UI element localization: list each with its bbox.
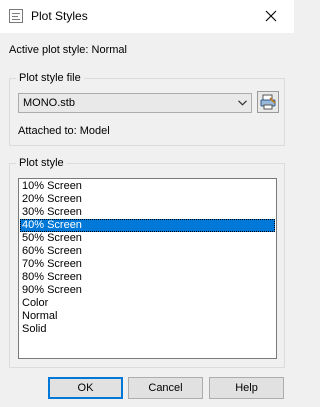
ok-button[interactable]: OK [48, 377, 123, 399]
attached-to-label: Attached to: Model [18, 125, 110, 137]
plot-style-file-group: Plot style file MONO.stb Attached to: Mo… [9, 72, 285, 146]
plot-style-list-item[interactable]: 50% Screen [20, 232, 275, 245]
plot-style-file-value: MONO.stb [23, 97, 75, 109]
plot-style-list[interactable]: 10% Screen 20% Screen 30% Screen 40% Screen… [18, 178, 277, 359]
plot-style-list-item[interactable]: 30% Screen [20, 206, 275, 219]
edit-plot-style-button[interactable] [257, 91, 279, 113]
plot-styles-dialog: Plot Styles Active plot style: Normal Pl… [0, 0, 294, 407]
plot-style-group-label: Plot style [16, 157, 67, 169]
plot-style-list-item[interactable]: 60% Screen [20, 245, 275, 258]
close-icon [265, 10, 277, 22]
plot-style-file-dropdown[interactable]: MONO.stb [18, 93, 252, 113]
plot-styles-app-icon [9, 9, 23, 23]
plot-style-group: Plot style 10% Screen 20% Screen 30% Scree… [9, 157, 285, 368]
window-title: Plot Styles [31, 9, 88, 23]
plot-style-list-item[interactable]: 70% Screen [20, 258, 275, 271]
cancel-button[interactable]: Cancel [128, 377, 203, 399]
chevron-down-icon [238, 100, 247, 106]
plot-style-list-item[interactable]: 80% Screen [20, 271, 275, 284]
plot-style-list-item[interactable]: 40% Screen [20, 219, 275, 232]
active-plot-style-label: Active plot style: Normal [9, 44, 127, 56]
plot-style-list-item[interactable]: 90% Screen [20, 284, 275, 297]
plot-style-file-group-label: Plot style file [16, 72, 84, 84]
plot-style-list-item[interactable]: 20% Screen [20, 193, 275, 206]
plot-style-list-item[interactable]: Color [20, 297, 275, 310]
plot-style-list-item[interactable]: Normal [20, 310, 275, 323]
help-button[interactable]: Help [209, 377, 284, 399]
title-bar[interactable]: Plot Styles [0, 0, 294, 33]
plot-style-list-item[interactable]: 10% Screen [20, 180, 275, 193]
plot-style-list-item[interactable]: Solid [20, 323, 275, 336]
close-button[interactable] [250, 0, 294, 33]
plot-style-editor-icon [260, 94, 276, 110]
